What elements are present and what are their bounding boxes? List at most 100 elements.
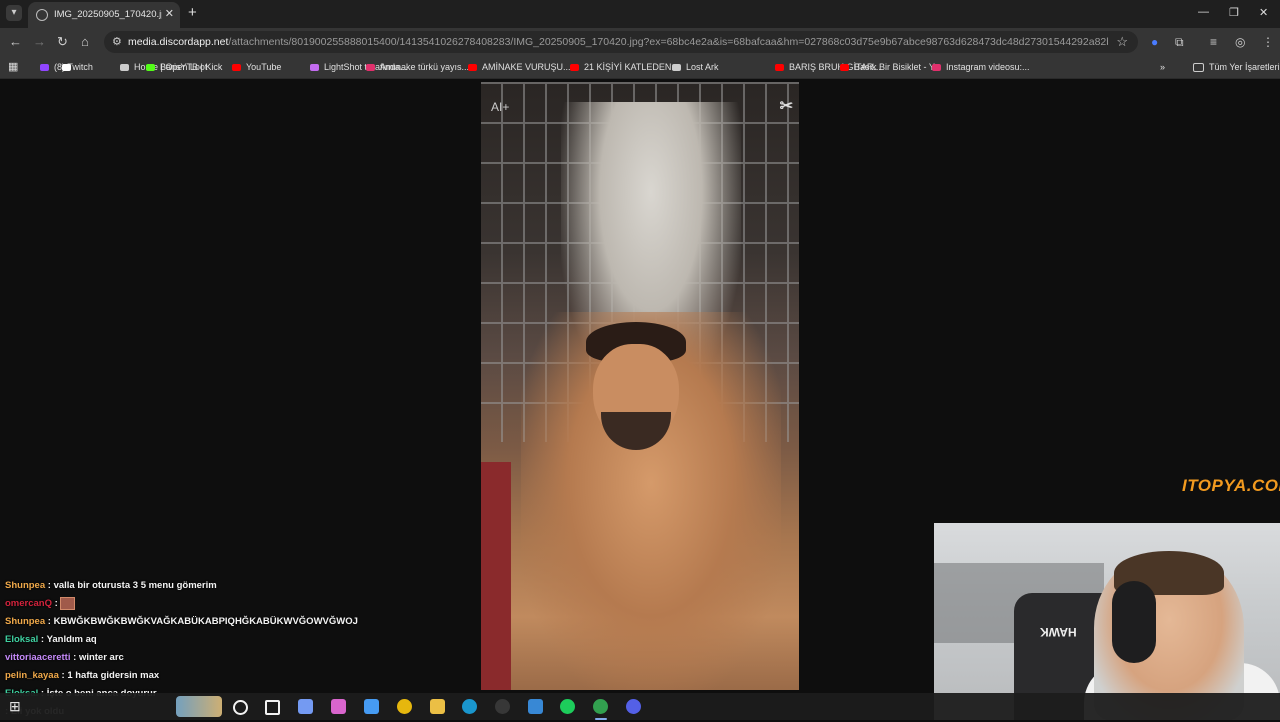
site-info-icon[interactable]: ⚙ — [112, 35, 122, 48]
reload-icon[interactable]: ↻ — [57, 34, 68, 50]
close-window-button[interactable]: ✕ — [1259, 6, 1268, 19]
tab-active[interactable]: IMG_20250905_170420.jpg (50 ✕ — [28, 2, 180, 28]
store-icon[interactable] — [364, 699, 379, 714]
tab-strip: ▾ IMG_20250905_170420.jpg (50 ✕ + — ❐ ✕ — [0, 0, 1280, 28]
chat-text: KBWĞKBWĞKBWĞKVAĞKABÜKABPIQHĞKABÜKWVĞOWVĞ… — [53, 616, 358, 627]
image-viewer[interactable]: AI+ ✂ — [481, 82, 799, 690]
chat-message: Eloksal : Yanldım aq — [5, 632, 425, 650]
chat-username: pelin_kayaa — [5, 670, 59, 681]
url-host: media.discordapp.net — [128, 36, 229, 48]
minimize-button[interactable]: — — [1198, 6, 1209, 18]
browser-toolbar: ← → ↻ ⌂ ⚙ media.discordapp.net/attachmen… — [0, 28, 1280, 56]
bookmark-favicon-icon — [120, 64, 129, 72]
emote-icon — [60, 596, 76, 610]
steam-icon[interactable] — [462, 699, 477, 714]
chrome-icon[interactable] — [593, 699, 608, 714]
bookmark-favicon-icon — [932, 64, 941, 72]
all-bookmarks-label: Tüm Yer İşaretleri — [1209, 62, 1280, 72]
bookmark-item[interactable]: 21 KİŞİYİ KATLEDEN... — [570, 60, 679, 74]
extensions-puzzle-icon[interactable]: ⧉ — [1175, 34, 1184, 50]
url-text[interactable]: media.discordapp.net/attachments/8019002… — [128, 36, 1108, 48]
windows-start-icon[interactable]: ⊞ — [9, 698, 21, 715]
bookmark-favicon-icon — [468, 64, 477, 72]
back-icon[interactable]: ← — [9, 34, 22, 50]
bookmark-label: AMİNAKE VURUŞU... — [482, 62, 571, 72]
profile-icon[interactable]: ◎ — [1235, 34, 1245, 50]
bookmarks-bar: ▦ (8) Twitch Home | Open Loot BarisYTB | K… — [0, 56, 1280, 79]
apps-grid-icon[interactable]: ▦ — [8, 60, 18, 73]
chat-username: Shunpea — [5, 616, 46, 627]
bookmark-item[interactable]: Amınake türkü yayıs... — [366, 60, 469, 74]
photo-red-band — [481, 462, 511, 690]
chat-text: 1 hafta gidersin max — [67, 670, 160, 681]
chat-message: Shunpea : valla bir oturusta 3 5 menu gö… — [5, 578, 425, 596]
chat-username: vittoriaaceretti — [5, 652, 71, 663]
chat-separator: : — [70, 652, 79, 663]
bookmark-favicon-icon — [40, 64, 49, 72]
tab-title: IMG_20250905_170420.jpg (50 — [54, 9, 162, 20]
app-icon[interactable] — [298, 699, 313, 714]
chat-separator: : — [45, 616, 54, 627]
restore-button[interactable]: ❐ — [1229, 6, 1239, 19]
bookmark-label: 21 KİŞİYİ KATLEDEN... — [584, 62, 679, 72]
address-bar[interactable]: ⚙ media.discordapp.net/attachments/80190… — [104, 31, 1138, 53]
bookmark-label: BarisYTB | Kick — [160, 62, 223, 72]
chat-separator: : — [38, 634, 47, 645]
bookmark-label: YouTube — [246, 62, 282, 72]
photo-ai-watermark: AI+ — [491, 100, 510, 114]
copilot-icon[interactable] — [331, 699, 346, 714]
taskbar: ⊞ — [0, 693, 1280, 720]
chat-message: vittoriaaceretti : winter arc — [5, 650, 425, 668]
forward-icon[interactable]: → — [33, 34, 46, 50]
bookmark-star-icon[interactable]: ☆ — [1116, 34, 1128, 50]
tab-search-button[interactable]: ▾ — [6, 5, 22, 21]
webcam-overlay: HAWK — [934, 523, 1280, 720]
new-tab-button[interactable]: + — [188, 5, 197, 21]
bookmark-item[interactable]: YouTube — [232, 60, 281, 74]
bookmark-favicon-icon — [232, 64, 241, 72]
bookmark-label: Lost Ark — [686, 62, 719, 72]
bookmark-favicon-icon — [840, 64, 849, 72]
close-icon[interactable]: ✕ — [165, 7, 174, 20]
more-bookmarks-icon[interactable]: » — [1160, 60, 1165, 74]
bookmark-item[interactable]: Instagram videosu:... — [932, 60, 1030, 74]
all-bookmarks-folder[interactable]: Tüm Yer İşaretleri — [1193, 60, 1280, 74]
discord-icon[interactable] — [626, 699, 641, 714]
chat-username: omercanQ — [5, 598, 52, 609]
webcam-chair-label: HAWK — [1040, 625, 1077, 639]
bookmark-item[interactable]: AMİNAKE VURUŞU... — [468, 60, 571, 74]
spotify-icon[interactable] — [560, 699, 575, 714]
bookmark-favicon-icon — [146, 64, 155, 72]
capcut-logo-icon: ✂ — [779, 98, 793, 115]
extension-icon[interactable]: ● — [1151, 34, 1158, 50]
bookmark-favicon-icon — [672, 64, 681, 72]
bookmark-item[interactable] — [62, 60, 76, 74]
chat-username: Shunpea — [5, 580, 46, 591]
bookmark-favicon-icon — [62, 64, 71, 72]
chat-message: pelin_kayaa : 1 hafta gidersin max — [5, 668, 425, 686]
chrome-icon[interactable] — [397, 699, 412, 714]
chat-text: Yanldım aq — [46, 634, 97, 645]
home-icon[interactable]: ⌂ — [81, 34, 89, 50]
menu-icon[interactable]: ⋮ — [1262, 34, 1274, 50]
media-control-icon[interactable]: ≡ — [1210, 34, 1217, 50]
chat-separator: : — [45, 580, 54, 591]
bookmark-item[interactable]: BarisYTB | Kick — [146, 60, 222, 74]
url-path: /attachments/801900255888015400/14135410… — [228, 36, 1108, 48]
bookmark-item[interactable]: Lost Ark — [672, 60, 719, 74]
bookmark-item[interactable]: Basık Bir Bisiklet - Y... — [840, 60, 941, 74]
bookmark-favicon-icon — [366, 64, 375, 72]
sponsor-logo: ITOPYA.COM — [1182, 476, 1280, 495]
bookmark-favicon-icon — [775, 64, 784, 72]
chat-text: valla bir oturusta 3 5 menu gömerim — [53, 580, 217, 591]
obs-icon[interactable] — [495, 699, 510, 714]
folder-icon — [1193, 63, 1204, 73]
task-view-icon[interactable] — [265, 700, 280, 715]
search-icon[interactable] — [233, 700, 248, 715]
file-explorer-icon[interactable] — [430, 699, 445, 714]
app-icon[interactable] — [528, 699, 543, 714]
image-icon — [36, 9, 48, 21]
chat-message: omercanQ : — [5, 596, 425, 614]
bookmark-favicon-icon — [570, 64, 579, 72]
weather-widget[interactable] — [176, 696, 222, 717]
